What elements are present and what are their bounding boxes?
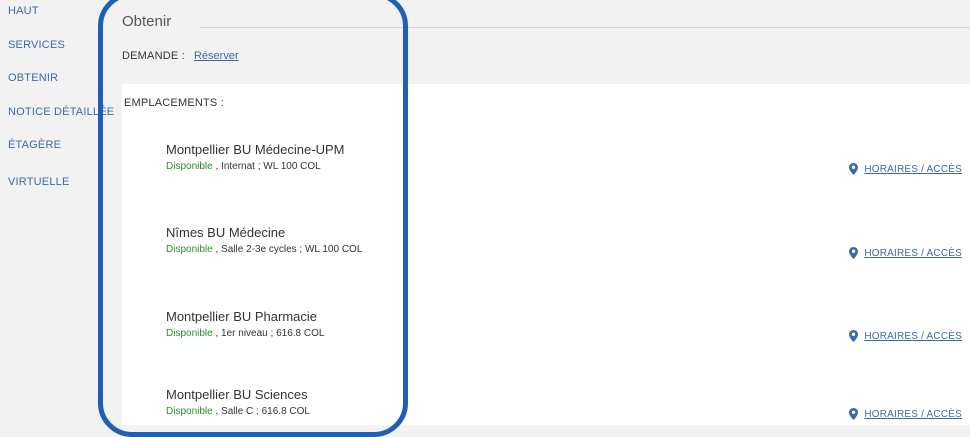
availability-status: Disponible [166, 161, 213, 172]
nav-link-etagere[interactable]: ÉTAGÈRE [8, 139, 61, 151]
nav-link-haut[interactable]: HAUT [8, 5, 39, 17]
emplacements-label: EMPLACEMENTS : [124, 97, 224, 109]
location-info: Disponible , Salle 2-3e cycles ; WL 100 … [166, 244, 362, 255]
hours-access-link[interactable]: HORAIRES / ACCÈS [849, 408, 962, 420]
nav-link-notice-detaillee[interactable]: NOTICE DÉTAILLÉE [8, 106, 114, 118]
hours-access-label: HORAIRES / ACCÈS [864, 163, 962, 175]
demande-label: DEMANDE : [122, 50, 185, 62]
map-pin-icon [849, 247, 859, 259]
location-info: Disponible , Internat ; WL 100 COL [166, 161, 344, 172]
reserver-link[interactable]: Réserver [194, 50, 239, 62]
section-title: Obtenir [122, 13, 172, 30]
hours-access-link[interactable]: HORAIRES / ACCÈS [849, 163, 962, 175]
availability-status: Disponible [166, 244, 213, 255]
demande-row: DEMANDE : Réserver [122, 50, 239, 62]
map-pin-icon [849, 330, 859, 342]
availability-status: Disponible [166, 328, 213, 339]
section-divider [200, 27, 970, 28]
location-item[interactable]: Montpellier BU Médecine-UPM Disponible ,… [166, 142, 344, 172]
nav-link-services[interactable]: SERVICES [8, 39, 65, 51]
location-details: , Internat ; WL 100 COL [212, 161, 321, 172]
location-details: , Salle C ; 616.8 COL [212, 406, 310, 417]
location-item[interactable]: Montpellier BU Pharmacie Disponible , 1e… [166, 309, 324, 339]
nav-link-virtuelle[interactable]: VIRTUELLE [8, 176, 70, 188]
hours-access-label: HORAIRES / ACCÈS [864, 408, 962, 420]
availability-status: Disponible [166, 406, 213, 417]
nav-link-obtenir[interactable]: OBTENIR [8, 72, 58, 84]
location-item[interactable]: Montpellier BU Sciences Disponible , Sal… [166, 387, 310, 417]
location-name: Montpellier BU Sciences [166, 387, 308, 402]
section-header: Obtenir [122, 8, 970, 32]
hours-access-label: HORAIRES / ACCÈS [864, 247, 962, 259]
hours-access-link[interactable]: HORAIRES / ACCÈS [849, 330, 962, 342]
location-name: Montpellier BU Médecine-UPM [166, 142, 345, 157]
location-details: , 1er niveau ; 616.8 COL [212, 328, 325, 339]
location-item[interactable]: Nîmes BU Médecine Disponible , Salle 2-3… [166, 225, 362, 255]
map-pin-icon [849, 163, 859, 175]
hours-access-label: HORAIRES / ACCÈS [864, 330, 962, 342]
location-info: Disponible , 1er niveau ; 616.8 COL [166, 328, 324, 339]
location-name: Montpellier BU Pharmacie [166, 309, 318, 324]
location-name: Nîmes BU Médecine [166, 225, 286, 240]
hours-access-link[interactable]: HORAIRES / ACCÈS [849, 247, 962, 259]
location-info: Disponible , Salle C ; 616.8 COL [166, 406, 310, 417]
location-details: , Salle 2-3e cycles ; WL 100 COL [212, 244, 363, 255]
map-pin-icon [849, 408, 859, 420]
